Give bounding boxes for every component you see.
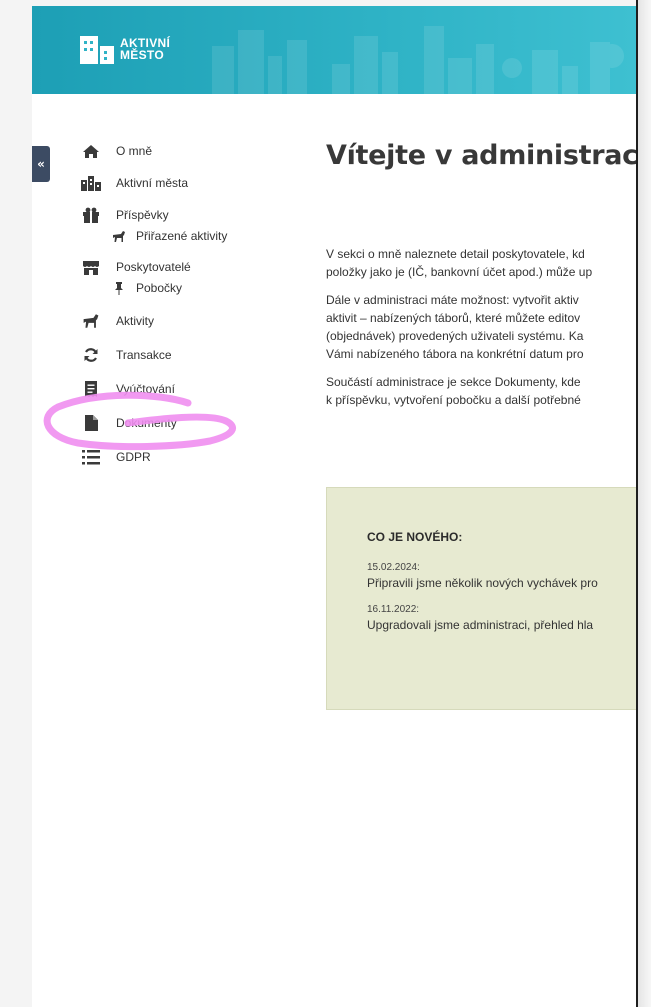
paragraph-line: aktivit – nabízených táborů, které můžet…	[326, 311, 581, 325]
file-icon	[80, 415, 102, 431]
horse-icon	[80, 313, 102, 329]
paragraph-line: (objednávek) provedených uživateli systé…	[326, 329, 584, 343]
sidebar-subitem-pobocky[interactable]: Pobočky	[80, 278, 280, 298]
news-date: 15.02.2024:	[367, 562, 420, 573]
sidebar-item-label: Příspěvky	[116, 208, 169, 222]
sidebar-item-aktivni-mesta[interactable]: Aktivní města	[80, 172, 280, 194]
city-icon	[80, 175, 102, 191]
sidebar-item-label: GDPR	[116, 450, 151, 464]
paragraph-line: V sekci o mně naleznete detail poskytova…	[326, 247, 585, 261]
sidebar-subitem-label: Pobočky	[136, 281, 183, 295]
scrollbar[interactable]	[636, 0, 651, 1007]
brand-name: AKTIVNÍ MĚSTO	[120, 37, 170, 61]
sidebar-subitem-label: Přiřazené aktivity	[136, 229, 228, 243]
sidebar-item-label: Dokumenty	[116, 416, 177, 430]
sidebar-item-label: Transakce	[116, 348, 172, 362]
paragraph-line: položky jako je (IČ, bankovní účet apod.…	[326, 265, 593, 279]
main-content: Vítejte v administrac V sekci o mně nale…	[326, 140, 636, 409]
sidebar-item-transakce[interactable]: Transakce	[80, 344, 280, 366]
news-text: Připravili jsme několik nových vychávek …	[367, 576, 598, 590]
sidebar-item-vyuctovani[interactable]: Vyúčtování	[80, 378, 280, 400]
brand-logo[interactable]: AKTIVNÍ MĚSTO	[80, 34, 170, 64]
sidebar-item-aktivity[interactable]: Aktivity	[80, 310, 280, 332]
list-icon	[80, 449, 102, 465]
paragraph-line: Vámi nabízeného tábora na konkrétní datu…	[326, 347, 584, 361]
pin-icon	[112, 281, 126, 295]
sidebar-item-label: Aktivity	[116, 314, 155, 328]
intro-paragraph-1: V sekci o mně naleznete detail poskytova…	[326, 245, 636, 281]
paragraph-line: Dále v administraci máte možnost: vytvoř…	[326, 293, 579, 307]
sidebar-item-gdpr[interactable]: GDPR	[80, 446, 280, 468]
news-panel: CO JE NOVÉHO: 15.02.2024: Připravili jsm…	[326, 487, 636, 710]
news-date: 16.11.2022:	[367, 604, 420, 615]
news-title: CO JE NOVÉHO:	[367, 530, 463, 544]
news-text: Upgradovali jsme administraci, přehled h…	[367, 618, 594, 632]
news-entry: 15.02.2024: Připravili jsme několik nový…	[367, 562, 636, 590]
horse-icon	[112, 229, 126, 243]
double-chevron-left-icon: «	[37, 157, 45, 171]
app-header: AKTIVNÍ MĚSTO	[32, 6, 636, 94]
intro-paragraph-2: Dále v administraci máte možnost: vytvoř…	[326, 291, 636, 363]
logo-mark-icon	[80, 36, 114, 64]
sidebar-collapse-button[interactable]: «	[32, 146, 50, 182]
paragraph-line: Součástí administrace je sekce Dokumenty…	[326, 375, 581, 389]
window-frame-left	[0, 0, 32, 1007]
sidebar-item-dokumenty[interactable]: Dokumenty	[80, 412, 280, 434]
gift-icon	[80, 207, 102, 223]
sidebar-item-poskytovatele[interactable]: Poskytovatelé	[80, 256, 280, 278]
sync-icon	[80, 347, 102, 363]
paragraph-line: k příspěvku, vytvoření pobočku a další p…	[326, 393, 581, 407]
page-title: Vítejte v administrac	[326, 140, 636, 171]
sidebar-subitem-prirazene-aktivity[interactable]: Přiřazené aktivity	[80, 226, 280, 246]
home-icon	[80, 143, 102, 159]
news-entry: 16.11.2022: Upgradovali jsme administrac…	[367, 604, 636, 632]
receipt-icon	[80, 381, 102, 397]
sidebar-item-prispevky[interactable]: Příspěvky	[80, 204, 280, 226]
sidebar-item-label: O mně	[116, 144, 153, 158]
sidebar-item-label: Aktivní města	[116, 176, 189, 190]
brand-line2: MĚSTO	[120, 48, 164, 62]
sidebar-item-label: Vyúčtování	[116, 382, 175, 396]
sidebar-item-o-mne[interactable]: O mně	[80, 140, 280, 162]
sidebar-nav: O mně Aktivní města Příspěvky Přiřazené …	[80, 140, 280, 468]
intro-paragraph-3: Součástí administrace je sekce Dokumenty…	[326, 373, 636, 409]
store-icon	[80, 259, 102, 275]
sidebar-item-label: Poskytovatelé	[116, 260, 191, 274]
